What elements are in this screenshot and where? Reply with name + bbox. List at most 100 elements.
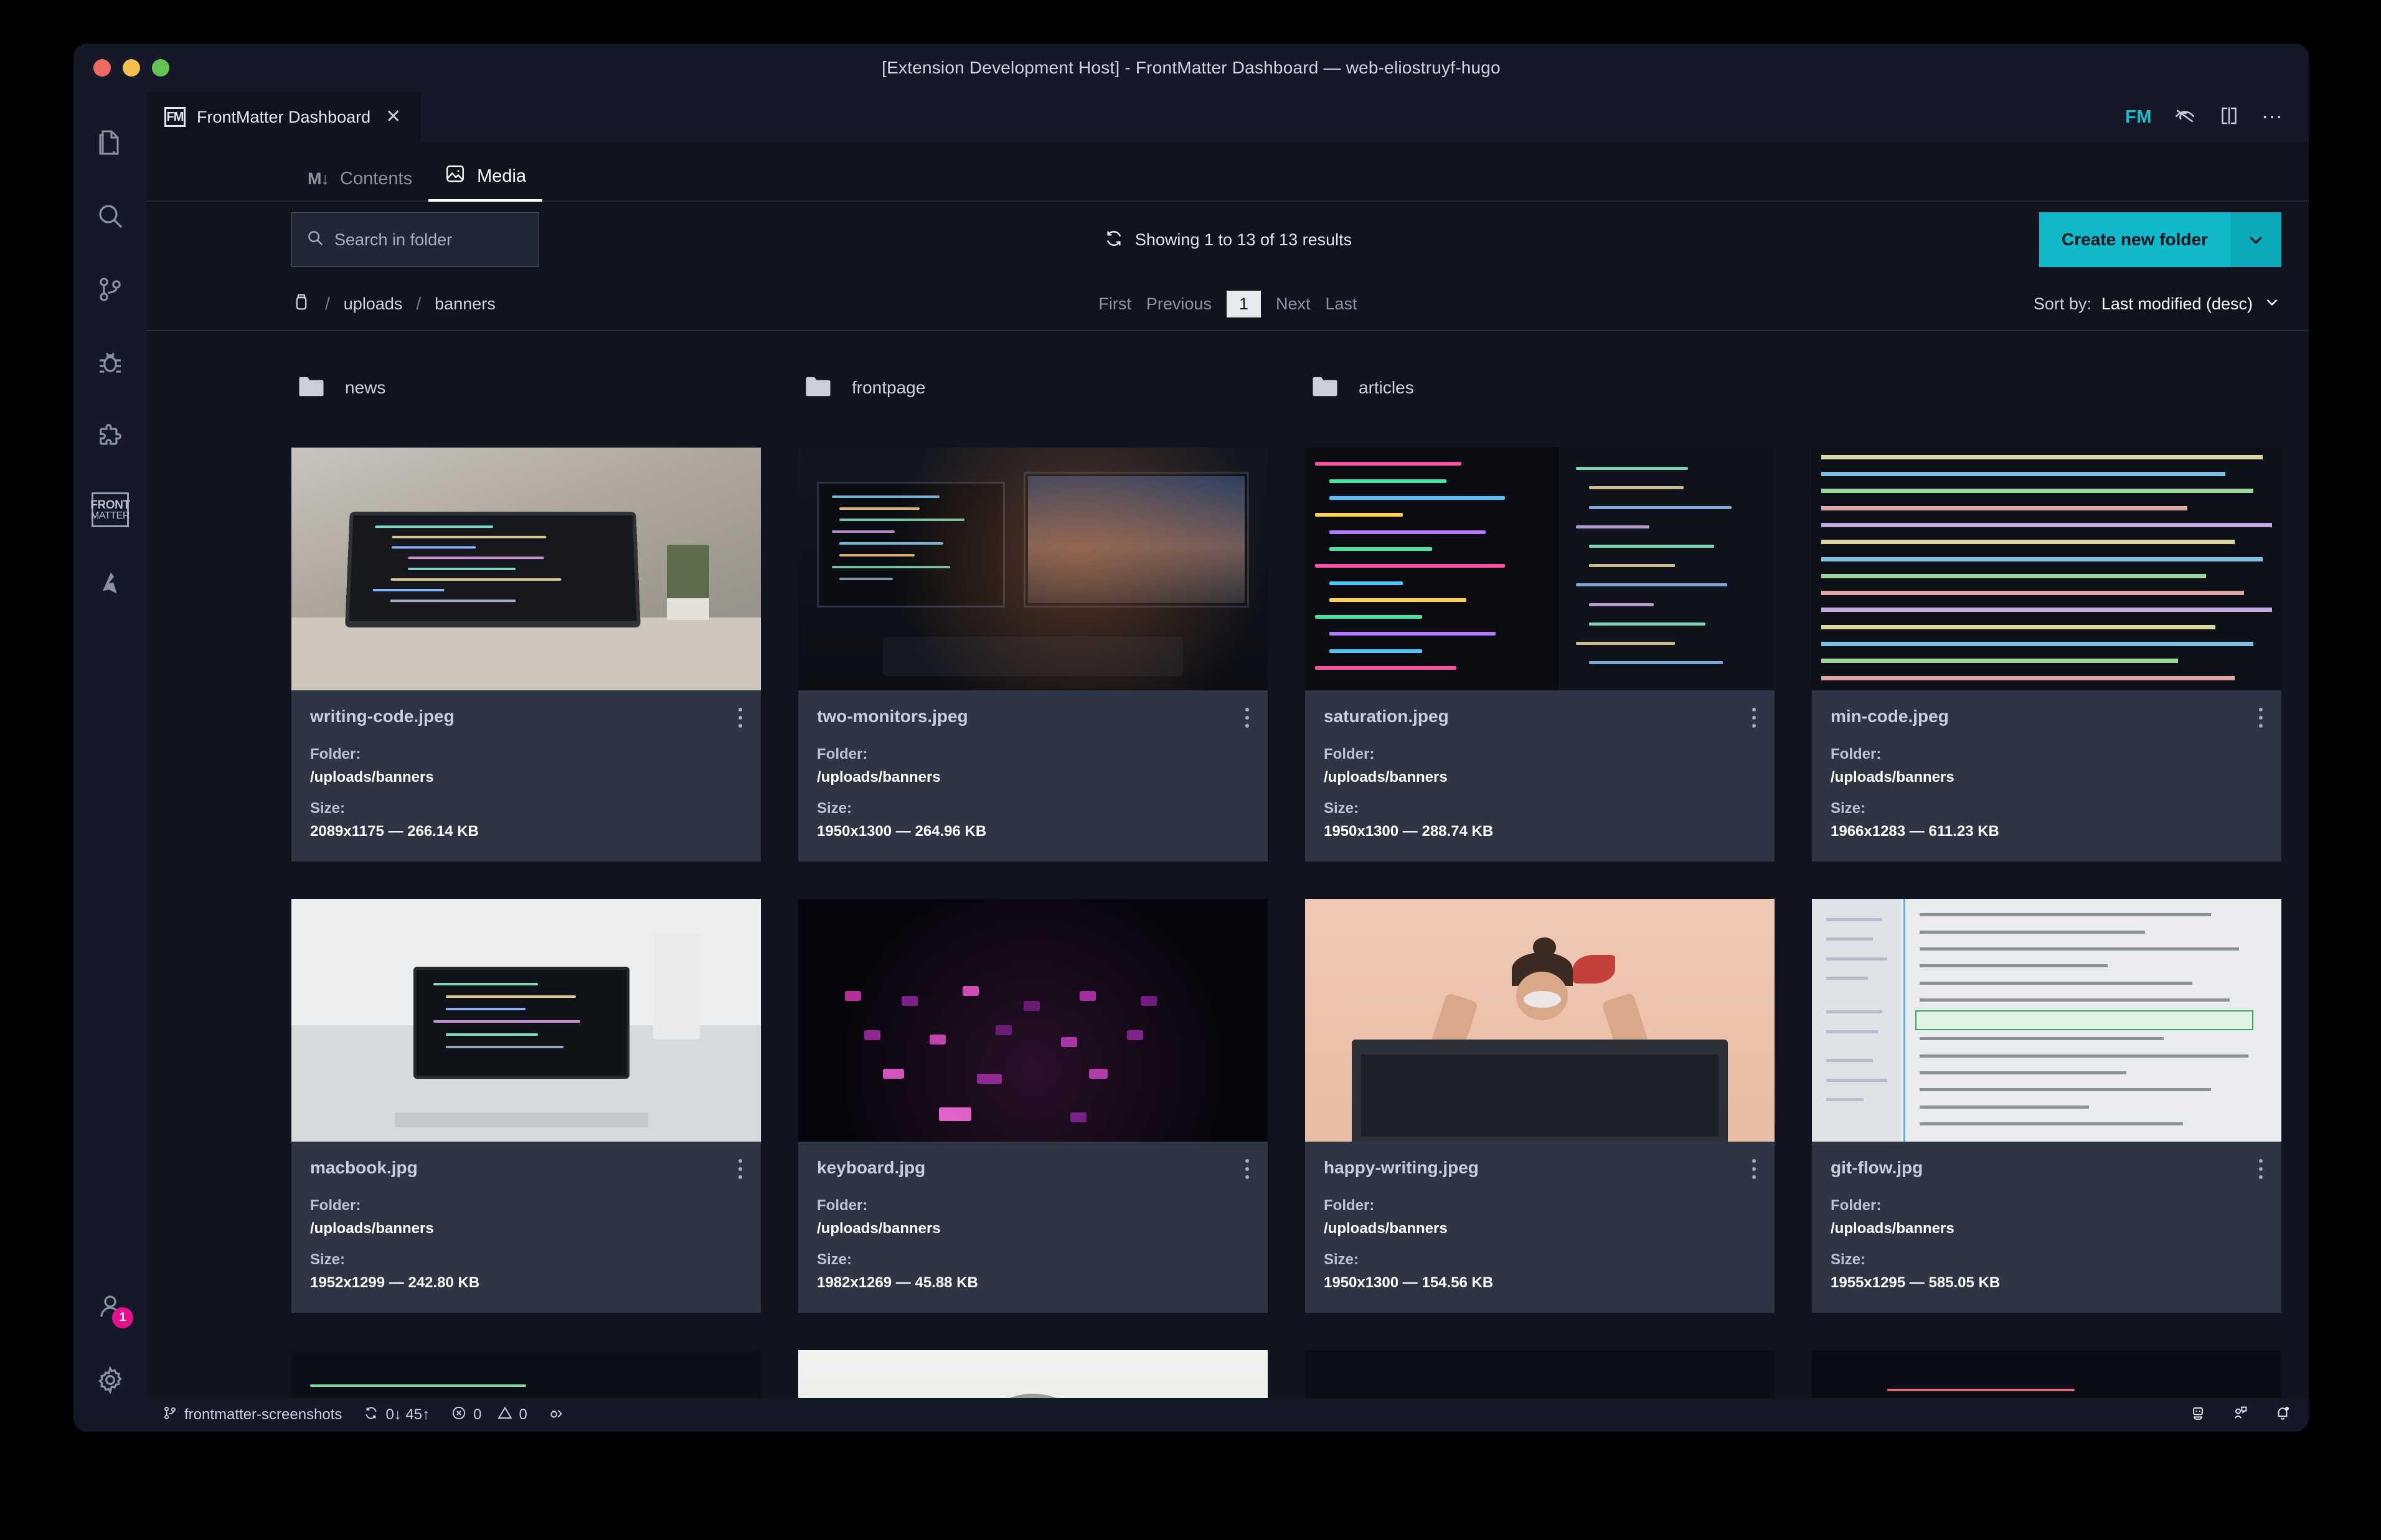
close-window-button[interactable] — [93, 59, 111, 77]
eye-closed-icon[interactable] — [2173, 104, 2197, 131]
status-branch[interactable]: frontmatter-screenshots — [162, 1405, 342, 1425]
media-folder-value: /uploads/banners — [1831, 769, 1954, 786]
media-thumbnail[interactable] — [1812, 899, 2281, 1142]
sidebar-item-azure[interactable] — [73, 547, 147, 620]
media-filename: happy-writing.jpeg — [1324, 1158, 1479, 1177]
thumbnail-art-writing-code — [291, 448, 761, 690]
media-card[interactable]: two-monitors.jpeg Folder: /uploads/banne… — [798, 448, 1268, 862]
media-grid: writing-code.jpeg Folder: /uploads/banne… — [291, 448, 2281, 1313]
media-card[interactable]: min-code.jpeg Folder: /uploads/banners S… — [1812, 448, 2281, 862]
sort-by-label: Sort by: — [2033, 294, 2091, 313]
minimize-window-button[interactable] — [123, 59, 140, 77]
media-folder-value: /uploads/banners — [1324, 769, 1448, 786]
media-actions-menu-icon[interactable] — [2259, 707, 2263, 732]
fm-action-button[interactable]: FM — [2125, 107, 2152, 128]
create-new-folder-button[interactable]: Create new folder — [2039, 212, 2281, 267]
media-card[interactable]: keyboard.jpg Folder: /uploads/banners Si… — [798, 899, 1268, 1313]
editor-actions: FM ⋯ — [2125, 92, 2309, 142]
pagination-first[interactable]: First — [1098, 294, 1131, 314]
chevron-down-icon[interactable] — [2230, 212, 2281, 267]
bell-dot-icon[interactable] — [2274, 1404, 2291, 1426]
sort-by-value: Last modified (desc) — [2101, 294, 2253, 313]
media-actions-menu-icon[interactable] — [1245, 1158, 1249, 1183]
media-actions-menu-icon[interactable] — [1752, 707, 1756, 732]
media-actions-menu-icon[interactable] — [738, 707, 742, 732]
folder-label: news — [345, 377, 386, 397]
pagination-next[interactable]: Next — [1276, 294, 1311, 314]
media-thumbnail[interactable] — [1305, 899, 1775, 1142]
folder-grid-filler — [1812, 361, 2281, 414]
extensions-icon — [95, 421, 125, 451]
sort-by-dropdown[interactable]: Sort by: Last modified (desc) — [2034, 293, 2281, 316]
error-icon — [451, 1405, 467, 1425]
media-size-label: Size: — [1831, 800, 1866, 817]
media-size-label: Size: — [310, 800, 346, 817]
media-actions-menu-icon[interactable] — [2259, 1158, 2263, 1183]
media-card[interactable]: writing-code.jpeg Folder: /uploads/banne… — [291, 448, 761, 862]
pagination-previous[interactable]: Previous — [1146, 294, 1212, 314]
status-error-count: 0 — [473, 1406, 482, 1423]
media-card[interactable]: happy-writing.jpeg Folder: /uploads/bann… — [1305, 899, 1775, 1313]
media-size-value: 2089x1175 — 266.14 KB — [310, 823, 479, 840]
folder-label: articles — [1359, 377, 1414, 397]
search-input[interactable]: Search in folder — [291, 212, 539, 267]
media-meta: happy-writing.jpeg Folder: /uploads/bann… — [1305, 1142, 1775, 1313]
sidebar-item-front-matter[interactable]: FRONT MATTER — [73, 473, 147, 547]
robot-icon[interactable] — [2189, 1404, 2207, 1426]
thumbnail-art-min-code — [1812, 448, 2281, 690]
close-icon[interactable]: ✕ — [385, 108, 401, 126]
tab-label: FrontMatter Dashboard — [197, 107, 371, 126]
status-problems[interactable]: 0 0 — [451, 1405, 527, 1425]
media-folder-label: Folder: — [1831, 746, 1882, 763]
status-debug[interactable] — [549, 1405, 565, 1425]
folder-item-frontpage[interactable]: frontpage — [798, 361, 1268, 414]
media-size-value: 1950x1300 — 154.56 KB — [1324, 1274, 1494, 1291]
media-thumbnail-partial[interactable] — [1812, 1350, 2281, 1398]
media-actions-menu-icon[interactable] — [738, 1158, 742, 1183]
feedback-icon[interactable] — [2232, 1404, 2249, 1426]
tab-contents[interactable]: M↓ Contents — [291, 169, 428, 200]
thumbnail-art-partial-2 — [798, 1350, 1268, 1398]
sidebar-item-settings[interactable] — [73, 1343, 147, 1417]
media-thumbnail[interactable] — [798, 899, 1268, 1142]
folder-item-news[interactable]: news — [291, 361, 761, 414]
more-actions-icon[interactable]: ⋯ — [2261, 106, 2283, 128]
media-thumbnail[interactable] — [291, 448, 761, 690]
sidebar-item-explorer[interactable] — [73, 106, 147, 179]
sidebar-item-run-and-debug[interactable] — [73, 326, 147, 400]
chevron-down-icon[interactable] — [2263, 293, 2281, 316]
pagination-page-1[interactable]: 1 — [1226, 290, 1261, 317]
media-grid-scroll[interactable]: news frontpage articles writing-code.jpe… — [147, 331, 2309, 1398]
media-thumbnail[interactable] — [1305, 448, 1775, 690]
sidebar-item-accounts[interactable]: 1 — [73, 1270, 147, 1343]
media-card[interactable]: saturation.jpeg Folder: /uploads/banners… — [1305, 448, 1775, 862]
sidebar-item-extensions[interactable] — [73, 400, 147, 473]
media-thumbnail[interactable] — [1812, 448, 2281, 690]
media-filename: writing-code.jpeg — [310, 707, 455, 726]
tab-media[interactable]: Media — [428, 163, 543, 202]
sidebar-item-search[interactable] — [73, 179, 147, 253]
media-size-label: Size: — [817, 800, 852, 817]
media-card[interactable]: macbook.jpg Folder: /uploads/banners Siz… — [291, 899, 761, 1313]
sidebar-item-source-control[interactable] — [73, 253, 147, 326]
tab-frontmatter-dashboard[interactable]: FM FrontMatter Dashboard ✕ — [147, 92, 421, 142]
refresh-icon[interactable] — [1104, 228, 1124, 251]
folder-item-articles[interactable]: articles — [1305, 361, 1775, 414]
media-actions-menu-icon[interactable] — [1245, 707, 1249, 732]
front-matter-tab-icon: FM — [164, 107, 186, 127]
pagination-last[interactable]: Last — [1326, 294, 1357, 314]
media-size-value: 1950x1300 — 288.74 KB — [1324, 823, 1494, 840]
maximize-window-button[interactable] — [152, 59, 169, 77]
media-thumbnail[interactable] — [291, 899, 761, 1142]
media-card[interactable]: git-flow.jpg Folder: /uploads/banners Si… — [1812, 899, 2281, 1313]
accounts-badge: 1 — [112, 1307, 133, 1328]
media-thumbnail-partial[interactable] — [1305, 1350, 1775, 1398]
media-actions-menu-icon[interactable] — [1752, 1158, 1756, 1183]
status-sync[interactable]: 0↓ 45↑ — [363, 1405, 430, 1425]
media-size-value: 1950x1300 — 264.96 KB — [817, 823, 987, 840]
split-editor-icon[interactable] — [2218, 105, 2240, 130]
media-thumbnail-partial[interactable] — [798, 1350, 1268, 1398]
media-thumbnail[interactable] — [798, 448, 1268, 690]
media-thumbnail-partial[interactable] — [291, 1350, 761, 1398]
media-size-label: Size: — [1324, 800, 1359, 817]
